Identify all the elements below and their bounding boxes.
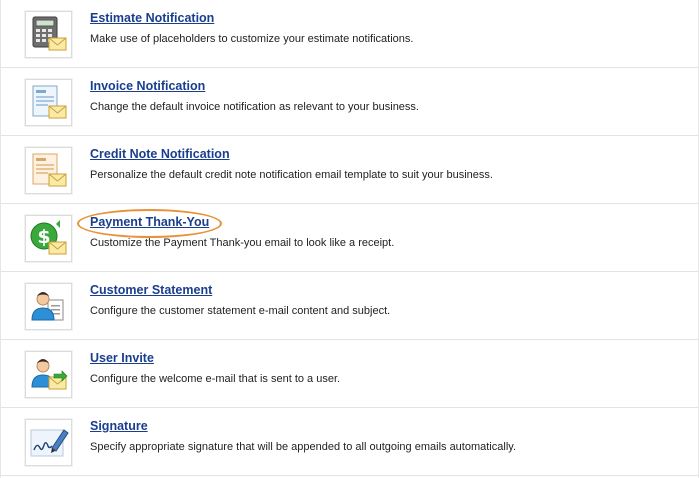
user-invite-link[interactable]: User Invite <box>90 351 154 365</box>
list-item-invoice-notification: Invoice Notification Change the default … <box>1 68 698 136</box>
customer-statement-link[interactable]: Customer Statement <box>90 283 212 297</box>
user-invite-description: Configure the welcome e-mail that is sen… <box>90 373 341 385</box>
credit-note-notification-link[interactable]: Credit Note Notification <box>90 147 230 161</box>
list-item-estimate-notification: Estimate Notification Make use of placeh… <box>1 0 698 68</box>
estimate-notification-link[interactable]: Estimate Notification <box>90 11 214 25</box>
invoice-notification-link[interactable]: Invoice Notification <box>90 79 205 93</box>
email-templates-list: Estimate Notification Make use of placeh… <box>0 0 699 478</box>
list-item-signature: Signature Specify appropriate signature … <box>1 408 698 476</box>
signature-description: Specify appropriate signature that will … <box>90 441 516 453</box>
list-item-payment-thank-you: $ Payment Thank-You Customize the Paymen… <box>1 204 698 272</box>
customer-statement-description: Configure the customer statement e-mail … <box>90 305 391 317</box>
credit-note-notification-description: Personalize the default credit note noti… <box>90 169 493 181</box>
calculator-mail-icon <box>25 11 72 58</box>
signature-link[interactable]: Signature <box>90 419 148 433</box>
estimate-notification-description: Make use of placeholders to customize yo… <box>90 33 414 45</box>
payment-thank-you-description: Customize the Payment Thank-you email to… <box>90 237 395 249</box>
dollar-mail-icon: $ <box>25 215 72 262</box>
signature-pen-icon <box>25 419 72 466</box>
list-item-user-invite: User Invite Configure the welcome e-mail… <box>1 340 698 408</box>
invoice-mail-icon <box>25 79 72 126</box>
payment-thank-you-link[interactable]: Payment Thank-You <box>90 215 209 229</box>
invoice-notification-description: Change the default invoice notification … <box>90 101 419 113</box>
user-invite-mail-icon <box>25 351 72 398</box>
list-item-customer-statement: Customer Statement Configure the custome… <box>1 272 698 340</box>
user-document-icon <box>25 283 72 330</box>
credit-note-mail-icon <box>25 147 72 194</box>
list-item-credit-note-notification: Credit Note Notification Personalize the… <box>1 136 698 204</box>
